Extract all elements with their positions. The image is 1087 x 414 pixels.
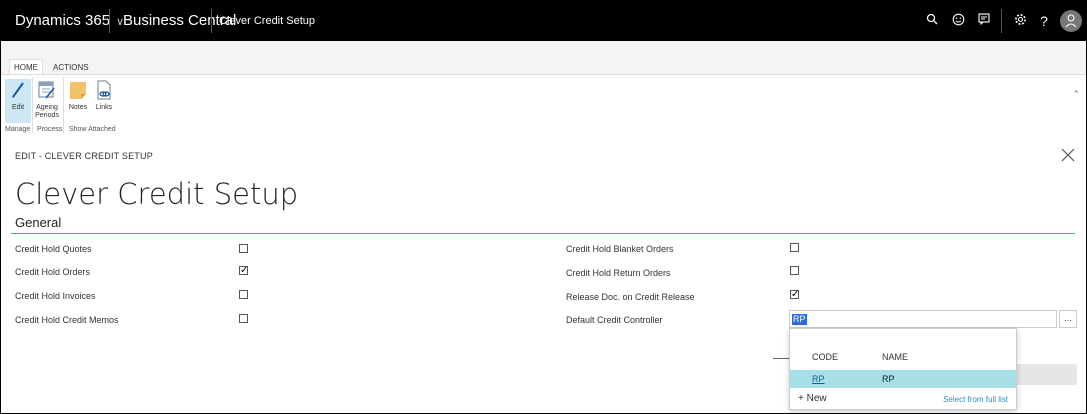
edit-button[interactable]: Edit <box>5 79 31 123</box>
field-label-credit-hold-quotes: Credit Hold Quotes <box>15 244 92 254</box>
top-navigation-bar: Dynamics 365 ∨ Business Central Clever Cr… <box>1 1 1086 41</box>
ribbon: HOME ACTIONS Edit Ageing Periods Notes Li… <box>1 41 1086 139</box>
ribbon-panel: Edit Ageing Periods Notes Links Manage P… <box>1 74 1086 139</box>
column-header-name: NAME <box>882 352 909 362</box>
product-switcher[interactable]: Dynamics 365 ∨ <box>15 1 124 41</box>
edit-label: Edit <box>11 104 25 111</box>
product-name: Dynamics 365 <box>15 12 111 29</box>
pencil-icon <box>12 82 24 98</box>
breadcrumb: EDIT - CLEVER CREDIT SETUP <box>15 151 153 161</box>
person-icon <box>1065 14 1077 28</box>
group-show-attached: Show Attached <box>69 126 116 133</box>
avatar[interactable] <box>1060 10 1082 32</box>
ageing-label-1: Ageing <box>36 104 58 111</box>
notes-label: Notes <box>68 104 88 111</box>
checkbox-credit-hold-blanket-orders[interactable] <box>790 243 799 252</box>
field-label-credit-hold-blanket-orders: Credit Hold Blanket Orders <box>566 244 674 254</box>
group-manage: Manage <box>5 126 31 133</box>
lookup-button[interactable]: ... <box>1059 310 1077 328</box>
default-credit-controller-input[interactable]: RP <box>789 310 1057 328</box>
checkbox-credit-hold-invoices[interactable] <box>239 290 248 299</box>
checkbox-credit-hold-return-orders[interactable] <box>790 266 799 275</box>
ageing-label-2: Periods <box>35 112 59 119</box>
lookup-dropdown: CODE NAME RP RP + New Select from full l… <box>789 328 1017 410</box>
help-icon[interactable]: ? <box>1036 13 1052 29</box>
links-label: Links <box>95 104 113 111</box>
collapse-ribbon-icon[interactable]: ⌃ <box>1072 89 1080 100</box>
divider <box>1001 9 1002 33</box>
note-icon <box>70 82 86 99</box>
app-window: Dynamics 365 ∨ Business Central Clever Cr… <box>0 0 1087 414</box>
field-label-credit-hold-invoices: Credit Hold Invoices <box>15 291 96 301</box>
checkbox-credit-hold-orders[interactable]: ✓ <box>239 266 248 276</box>
search-icon[interactable] <box>924 13 940 29</box>
field-label-credit-hold-orders: Credit Hold Orders <box>15 267 91 277</box>
ageing-periods-button[interactable]: Ageing Periods <box>34 79 60 120</box>
divider <box>32 77 33 133</box>
select-from-full-list-link[interactable]: Select from full list <box>943 395 1008 404</box>
ribbon-tabs: HOME ACTIONS <box>9 59 99 75</box>
column-header-code: CODE <box>812 352 839 362</box>
section-general[interactable]: General <box>15 215 61 230</box>
close-icon[interactable] <box>1061 146 1075 167</box>
field-label-credit-hold-credit-memos: Credit Hold Credit Memos <box>15 315 119 325</box>
page-title: Clever Credit Setup <box>15 177 299 211</box>
list-item[interactable]: RP RP <box>790 370 1016 388</box>
links-button[interactable]: Links <box>91 79 117 112</box>
page-name: Clever Credit Setup <box>219 15 315 27</box>
divider <box>211 9 212 33</box>
link-icon <box>97 80 111 100</box>
group-process: Process <box>37 126 63 133</box>
chat-icon[interactable] <box>976 13 992 29</box>
divider <box>11 233 1075 234</box>
tab-actions[interactable]: ACTIONS <box>49 60 93 75</box>
checkbox-release-doc[interactable]: ✓ <box>790 290 799 300</box>
tab-home[interactable]: HOME <box>9 59 43 75</box>
checkbox-credit-hold-credit-memos[interactable] <box>239 314 248 323</box>
new-button[interactable]: + New <box>798 393 827 404</box>
divider <box>109 9 110 33</box>
smiley-icon[interactable] <box>950 13 966 29</box>
notes-button[interactable]: Notes <box>65 79 91 112</box>
field-label-release-doc: Release Doc. on Credit Release <box>566 292 695 302</box>
field-label-default-credit-controller: Default Credit Controller <box>566 315 663 325</box>
row-name: RP <box>882 374 895 384</box>
calendar-edit-icon <box>38 81 55 99</box>
field-label-credit-hold-return-orders: Credit Hold Return Orders <box>566 268 671 278</box>
controller-value: RP <box>792 314 807 325</box>
divider <box>63 77 64 133</box>
background-strip <box>1017 364 1077 385</box>
gear-icon[interactable] <box>1012 13 1028 29</box>
checkbox-credit-hold-quotes[interactable] <box>239 244 248 253</box>
row-code-link[interactable]: RP <box>812 374 825 384</box>
